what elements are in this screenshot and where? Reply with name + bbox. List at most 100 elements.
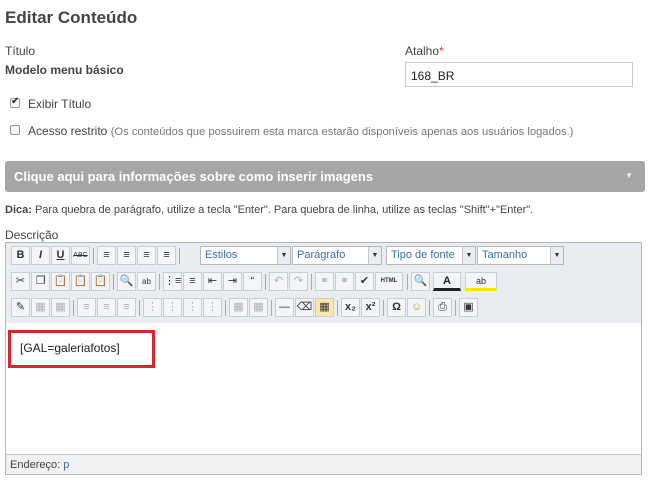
- table-grid-icon[interactable]: ▦: [315, 298, 334, 317]
- exibir-titulo-checkbox[interactable]: [10, 96, 20, 108]
- styles-select[interactable]: Estilos ▼: [200, 246, 291, 265]
- paste-word-icon[interactable]: 📋: [91, 272, 110, 291]
- paste-text-icon[interactable]: 📋: [71, 272, 90, 291]
- chevron-down-icon: ▼: [277, 247, 290, 264]
- text-color-icon[interactable]: A: [433, 272, 461, 291]
- format-select-value: Parágrafo: [297, 249, 346, 261]
- outdent-icon[interactable]: ⇤: [203, 272, 222, 291]
- merge-cells-icon[interactable]: ▦: [229, 298, 248, 317]
- delete-row-icon[interactable]: ≡: [117, 298, 136, 317]
- atalho-input[interactable]: 168_BR: [405, 62, 633, 87]
- path-label: Endereço:: [10, 459, 61, 471]
- blockquote-icon[interactable]: “: [243, 272, 262, 291]
- preview-icon[interactable]: 🔍: [411, 272, 430, 291]
- indent-icon[interactable]: ⇥: [223, 272, 242, 291]
- exibir-titulo-label: Exibir Título: [28, 97, 92, 111]
- align-right-icon[interactable]: ≡: [137, 246, 156, 265]
- align-left-icon[interactable]: ≡: [97, 246, 116, 265]
- toolbar-separator: [225, 300, 226, 316]
- underline-button[interactable]: U: [51, 246, 70, 265]
- cut-icon[interactable]: ✂: [11, 272, 30, 291]
- format-select[interactable]: Parágrafo ▼: [292, 246, 382, 265]
- chevron-down-icon: ▼: [368, 247, 381, 264]
- editor-path-bar: Endereço: p: [6, 454, 641, 474]
- chevron-down-icon: ▼: [550, 247, 563, 264]
- chevron-down-icon: ▼: [625, 171, 633, 180]
- delete-column-icon[interactable]: ⋮: [183, 298, 202, 317]
- toolbar-separator: [337, 300, 338, 316]
- acesso-restrito-hint: (Os conteúdos que possuirem esta marca e…: [110, 126, 574, 138]
- font-select[interactable]: Tipo de fonte ▼: [386, 246, 476, 265]
- undo-icon[interactable]: ↶: [269, 272, 288, 291]
- toolbar-separator: [265, 274, 266, 290]
- strikethrough-button[interactable]: ABC: [71, 246, 90, 265]
- path-element-link[interactable]: p: [63, 459, 69, 471]
- replace-icon[interactable]: ab: [137, 272, 156, 291]
- toolbar-separator: [311, 274, 312, 290]
- styles-select-value: Estilos: [205, 249, 238, 261]
- size-select[interactable]: Tamanho ▼: [477, 246, 564, 265]
- bold-button[interactable]: B: [11, 246, 30, 265]
- toolbar-separator: [73, 300, 74, 316]
- align-center-icon[interactable]: ≡: [117, 246, 136, 265]
- find-icon[interactable]: 🔍: [117, 272, 136, 291]
- tip-label: Dica:: [5, 204, 32, 216]
- fullscreen-icon[interactable]: ▣: [459, 298, 478, 317]
- descricao-label: Descrição: [5, 228, 59, 242]
- numbered-list-icon[interactable]: ⋮≡: [163, 272, 182, 291]
- print-icon[interactable]: ⎙: [433, 298, 452, 317]
- insert-row-after-icon[interactable]: ≡: [97, 298, 116, 317]
- acesso-restrito-checkbox[interactable]: [10, 125, 20, 135]
- cell-properties-icon[interactable]: ▦: [249, 298, 268, 317]
- insert-row-icon[interactable]: ≡: [77, 298, 96, 317]
- required-marker: *: [439, 44, 444, 58]
- toolbar-separator: [455, 300, 456, 316]
- table-icon[interactable]: ▦: [31, 298, 50, 317]
- toolbar-separator: [159, 274, 160, 290]
- titulo-value: Modelo menu básico: [5, 63, 124, 77]
- tip-body: Para quebra de parágrafo, utilize a tecl…: [31, 204, 534, 216]
- acesso-restrito-label: Acesso restrito: [28, 124, 108, 138]
- chevron-down-icon: ▼: [462, 247, 475, 264]
- insert-column-after-icon[interactable]: ⋮: [163, 298, 182, 317]
- unlink-icon[interactable]: ⚭: [335, 272, 354, 291]
- subscript-button[interactable]: x₂: [341, 298, 360, 317]
- copy-icon[interactable]: ❐: [31, 272, 50, 291]
- paste-icon[interactable]: 📋: [51, 272, 70, 291]
- gallery-tag-highlight: [GAL=galeriafotos]: [8, 330, 155, 368]
- toolbar-separator: [113, 274, 114, 290]
- insert-images-info-banner[interactable]: Clique aqui para informações sobre como …: [5, 161, 645, 192]
- special-char-button[interactable]: Ω: [387, 298, 406, 317]
- link-icon[interactable]: ⚭: [315, 272, 334, 291]
- eraser-icon[interactable]: ⌫: [295, 298, 314, 317]
- clean-format-icon[interactable]: ✔: [355, 272, 374, 291]
- smiley-icon[interactable]: ☺: [407, 298, 426, 317]
- toolbar-separator: [179, 248, 180, 264]
- table-properties-icon[interactable]: ▦: [51, 298, 70, 317]
- toolbar-separator: [93, 248, 94, 264]
- page-title: Editar Conteúdo: [5, 8, 138, 27]
- size-select-value: Tamanho: [482, 249, 528, 261]
- toolbar-separator: [407, 274, 408, 290]
- insert-column-icon[interactable]: ⋮: [143, 298, 162, 317]
- atalho-label: Atalho*: [405, 44, 444, 58]
- titulo-label: Título: [5, 44, 36, 58]
- html-source-button[interactable]: HTML: [375, 272, 403, 291]
- toolbar-separator: [139, 300, 140, 316]
- rich-text-editor: B I U ABC ≡ ≡ ≡ ≡ Estilos ▼ Parágrafo ▼ …: [5, 242, 642, 475]
- background-color-icon[interactable]: ab: [465, 272, 497, 291]
- split-cell-icon[interactable]: ⋮: [203, 298, 222, 317]
- toolbar-separator: [271, 300, 272, 316]
- edit-icon[interactable]: ✎: [11, 298, 30, 317]
- toolbar-separator: [383, 300, 384, 316]
- redo-icon[interactable]: ↷: [289, 272, 308, 291]
- editor-content-area[interactable]: [GAL=galeriafotos]: [6, 323, 641, 454]
- font-select-value: Tipo de fonte: [391, 249, 455, 261]
- align-justify-icon[interactable]: ≡: [157, 246, 176, 265]
- superscript-button[interactable]: x²: [361, 298, 380, 317]
- horizontal-rule-icon[interactable]: —: [275, 298, 294, 317]
- editor-toolbar: B I U ABC ≡ ≡ ≡ ≡ Estilos ▼ Parágrafo ▼ …: [6, 243, 641, 324]
- atalho-label-text: Atalho: [405, 44, 440, 58]
- italic-button[interactable]: I: [31, 246, 50, 265]
- bullet-list-icon[interactable]: ≡: [183, 272, 202, 291]
